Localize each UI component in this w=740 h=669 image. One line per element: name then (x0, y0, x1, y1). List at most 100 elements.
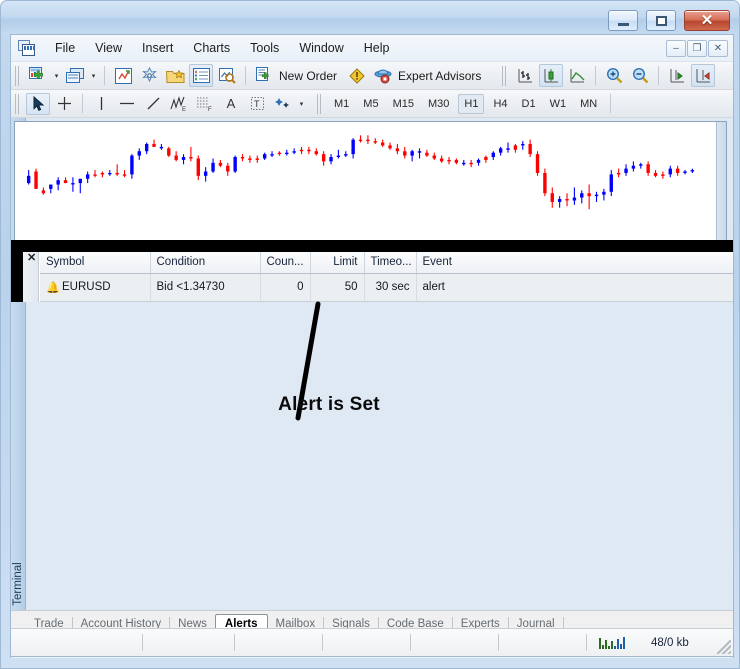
resize-grip-icon[interactable] (717, 640, 731, 654)
cell-condition: Bid <1.34730 (150, 273, 261, 302)
text-icon[interactable]: A (219, 93, 243, 115)
bell-alert-icon: 🔔 (46, 282, 60, 295)
table-row[interactable]: 🔔 EURUSD Bid <1.34730 0 50 30 sec alert (40, 273, 733, 302)
cell-symbol-text: EURUSD (62, 281, 111, 294)
svg-text:F: F (208, 107, 212, 112)
crosshair-icon[interactable] (52, 93, 76, 115)
candlestick-chart-icon[interactable] (539, 64, 564, 87)
metatrader-icon (18, 39, 37, 57)
timeframe-w1[interactable]: W1 (545, 95, 572, 113)
status-cell (323, 634, 411, 651)
toolbar-grip[interactable] (15, 65, 21, 86)
column-header-symbol[interactable]: Symbol (40, 252, 151, 274)
data-window-icon[interactable] (137, 64, 161, 87)
bar-chart-icon[interactable] (513, 64, 537, 87)
zoom-in-icon[interactable] (602, 64, 626, 87)
cell-event: alert (416, 273, 733, 302)
profiles-icon[interactable] (63, 64, 87, 87)
alerts-close-button[interactable]: ✕ (23, 252, 39, 302)
column-header-limit[interactable]: Limit (310, 252, 365, 274)
toolbar-separator (595, 66, 597, 85)
mdi-close-button[interactable]: ✕ (708, 40, 728, 57)
network-traffic-label: 48/0 kb (651, 636, 689, 649)
chart-vertical-scrollbar[interactable] (716, 122, 726, 253)
status-bar: 48/0 kb (10, 628, 734, 657)
signal-bars-icon[interactable] (599, 636, 625, 649)
elliott-wave-icon[interactable]: E (167, 93, 191, 115)
column-header-counter[interactable]: Coun... (260, 252, 311, 274)
expert-advisors-icon[interactable] (371, 64, 395, 87)
expert-advisors-label[interactable]: Expert Advisors (396, 69, 488, 83)
alerts-panel: ✕ Symbol Condition Coun... Limit Timeo..… (23, 252, 733, 302)
toolbar-grip[interactable] (317, 93, 323, 114)
terminal-icon[interactable] (189, 64, 213, 87)
timeframe-m1[interactable]: M1 (329, 95, 354, 113)
main-toolbar: ▾ ▾ New Order Expert Advisors (11, 62, 733, 90)
column-header-timeout[interactable]: Timeo... (364, 252, 417, 274)
profiles-dropdown-icon[interactable]: ▾ (88, 64, 99, 87)
line-chart-icon[interactable] (565, 64, 589, 87)
toolbar-separator (245, 66, 246, 85)
status-cell (411, 634, 499, 651)
close-icon: ✕ (27, 252, 37, 264)
new-chart-icon[interactable] (26, 64, 50, 87)
window-titlebar: ✕ (1, 1, 739, 35)
candlestick-chart[interactable] (15, 122, 726, 253)
menu-item-charts[interactable]: Charts (184, 38, 239, 58)
alert-warning-icon[interactable] (345, 64, 369, 87)
text-label-icon[interactable]: T (245, 93, 269, 115)
status-cell (11, 634, 143, 651)
new-chart-dropdown-icon[interactable]: ▾ (51, 64, 62, 87)
strategy-tester-icon[interactable] (215, 64, 239, 87)
menu-bar: File View Insert Charts Tools Window Hel… (11, 35, 733, 62)
toolbar-separator (104, 66, 105, 85)
timeframe-h1[interactable]: H1 (458, 93, 485, 114)
menu-item-tools[interactable]: Tools (241, 38, 288, 58)
mdi-minimize-button[interactable]: – (666, 40, 686, 57)
cursor-icon[interactable] (26, 92, 50, 115)
alerts-table[interactable]: Symbol Condition Coun... Limit Timeo... … (40, 252, 733, 302)
toolbar-grip[interactable] (15, 93, 21, 114)
shapes-icon[interactable] (271, 93, 295, 115)
chart-shift-icon[interactable] (691, 64, 716, 87)
market-watch-icon[interactable] (111, 64, 135, 87)
timeframe-d1[interactable]: D1 (517, 95, 541, 113)
alerts-table-header-row: Symbol Condition Coun... Limit Timeo... … (40, 252, 733, 274)
mdi-restore-button[interactable]: ❐ (687, 40, 707, 57)
window-maximize-button[interactable] (646, 10, 676, 31)
new-order-label[interactable]: New Order (277, 69, 344, 83)
column-header-event[interactable]: Event (416, 252, 733, 274)
timeframe-m30[interactable]: M30 (423, 95, 454, 113)
menu-item-view[interactable]: View (86, 38, 131, 58)
timeframe-m15[interactable]: M15 (388, 95, 419, 113)
status-cell (235, 634, 323, 651)
new-order-icon[interactable] (252, 64, 276, 87)
menu-item-insert[interactable]: Insert (133, 38, 182, 58)
chart-workspace: Terminal ✕ Symbol Condition Coun... Limi… (11, 118, 733, 610)
horizontal-line-icon[interactable] (115, 93, 139, 115)
menu-item-help[interactable]: Help (355, 38, 399, 58)
menu-item-window[interactable]: Window (290, 38, 352, 58)
fibonacci-icon[interactable]: F (193, 93, 217, 115)
cell-counter: 0 (260, 273, 311, 302)
timeframe-h4[interactable]: H4 (488, 95, 512, 113)
menu-item-file[interactable]: File (46, 38, 84, 58)
shapes-dropdown-icon[interactable]: ▾ (296, 92, 307, 115)
window-minimize-button[interactable] (608, 10, 638, 31)
price-chart-window[interactable] (14, 121, 727, 254)
drawing-toolbar: E F A T ▾ M1 M5 M15 M30 H1 H4 D1 W1 MN (11, 90, 733, 118)
column-header-condition[interactable]: Condition (150, 252, 261, 274)
window-close-button[interactable]: ✕ (684, 10, 730, 31)
minimize-icon (617, 22, 629, 26)
zoom-out-icon[interactable] (628, 64, 652, 87)
auto-scroll-icon[interactable] (665, 64, 689, 87)
timeframe-mn[interactable]: MN (575, 95, 602, 113)
svg-text:E: E (182, 107, 186, 112)
status-cell (499, 634, 587, 651)
toolbar-grip[interactable] (502, 65, 509, 86)
navigator-icon[interactable] (163, 64, 187, 87)
annotation-label: Alert is Set (278, 394, 380, 415)
vertical-line-icon[interactable] (89, 93, 113, 115)
trendline-icon[interactable] (141, 93, 165, 115)
timeframe-m5[interactable]: M5 (358, 95, 383, 113)
